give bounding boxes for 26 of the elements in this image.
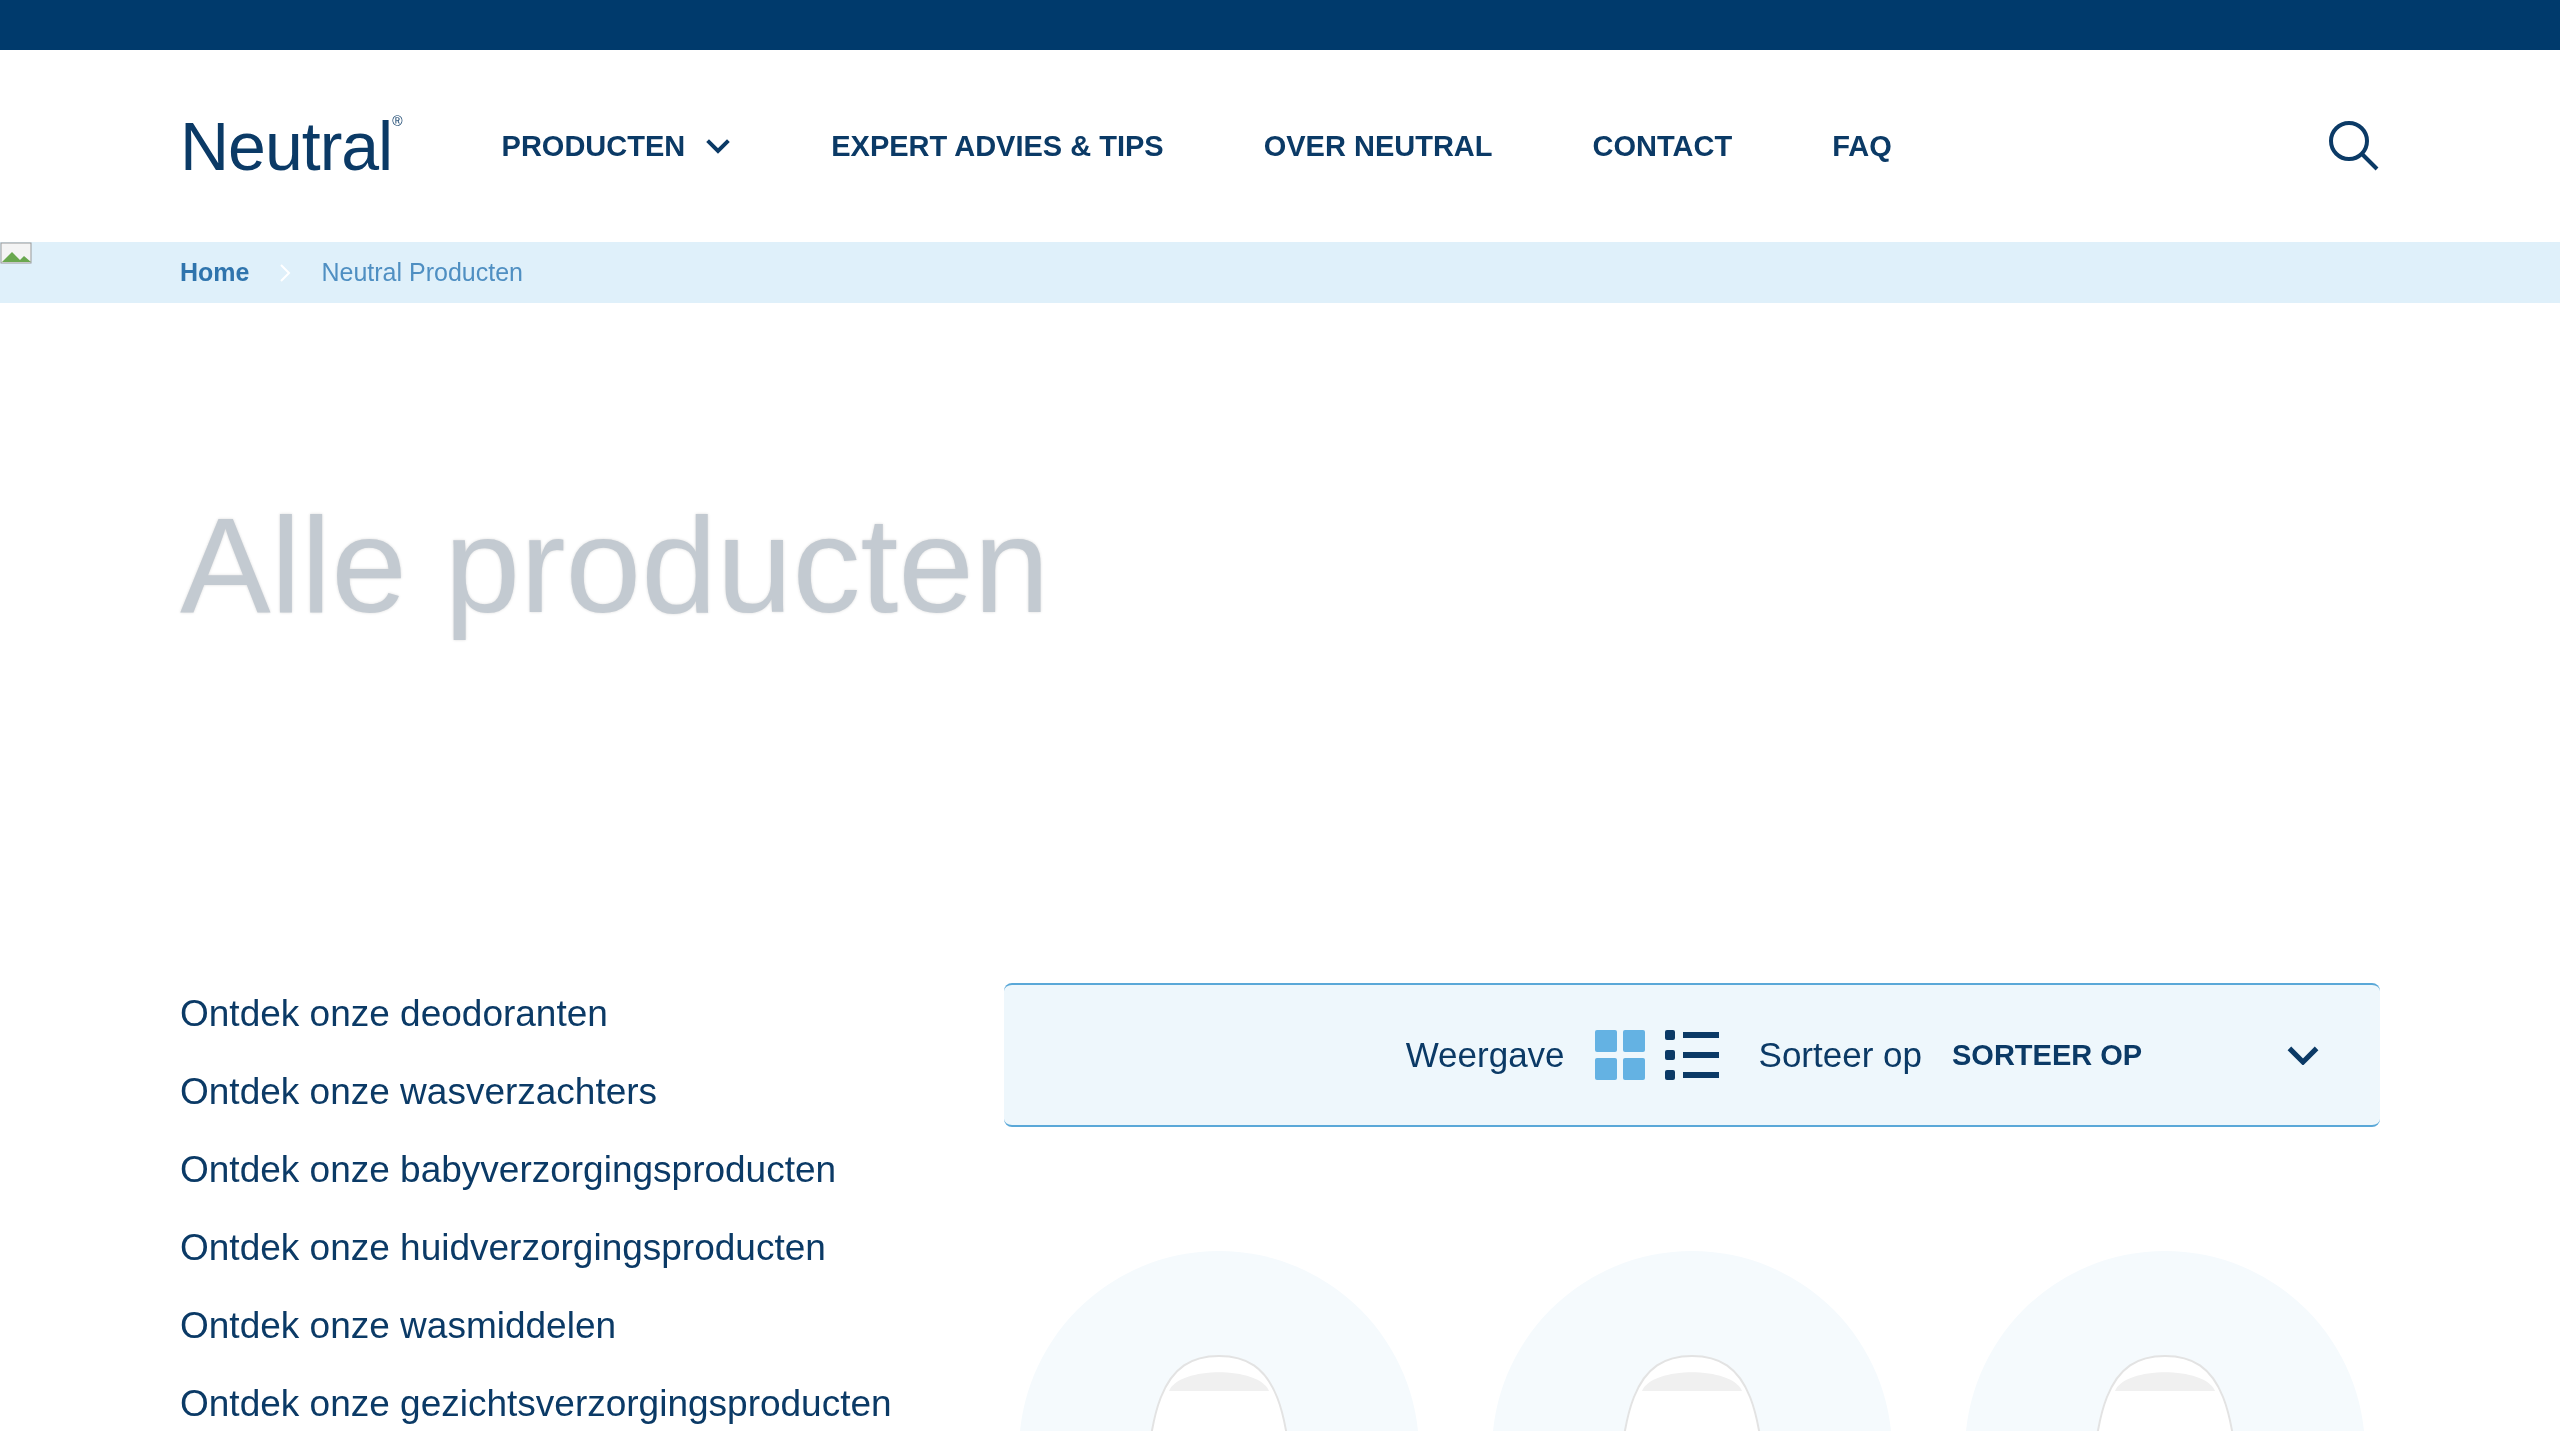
nav-link[interactable]: CONTACT [1592,129,1733,163]
sort-label: Sorteer op [1758,1035,1922,1075]
category-link[interactable]: Ontdek onze babyverzorgingsproducten [180,1147,960,1193]
logo[interactable]: Neutral® [180,107,402,185]
category-link[interactable]: Ontdek onze huidverzorgingsproducten [180,1225,960,1271]
nav-link[interactable]: OVER NEUTRAL [1263,129,1493,163]
chevron-down-icon [705,138,732,154]
grid-view-icon [1594,1030,1645,1080]
category-link[interactable]: Ontdek onze gezichtsverzorgingsproducten [180,1381,960,1427]
nav-link[interactable]: FAQ [1832,129,1892,163]
view-label: Weergave [1405,1035,1565,1075]
category-link[interactable]: Ontdek onze deodoranten [180,991,960,1037]
nav-link[interactable]: PRODUCTEN [501,129,732,163]
view-toggle[interactable] [1594,1030,1645,1080]
category-link[interactable]: Ontdek onze wasmiddelen [180,1303,960,1349]
broken-image-icon [0,242,32,264]
search-icon[interactable] [2328,120,2380,172]
breadcrumb-link[interactable]: Home [180,258,250,287]
chevron-right-icon [279,262,292,283]
view-toggle[interactable] [1664,1030,1719,1080]
page-title: Alle producten [179,488,1051,643]
list-view-icon [1664,1030,1719,1080]
nav-link[interactable]: EXPERT ADVIES & TIPS [831,129,1164,163]
chevron-down-icon [2286,1044,2320,1066]
sort-dropdown[interactable]: SORTEER OP [1952,1038,2320,1072]
category-link[interactable]: Ontdek onze wasverzachters [180,1069,960,1115]
